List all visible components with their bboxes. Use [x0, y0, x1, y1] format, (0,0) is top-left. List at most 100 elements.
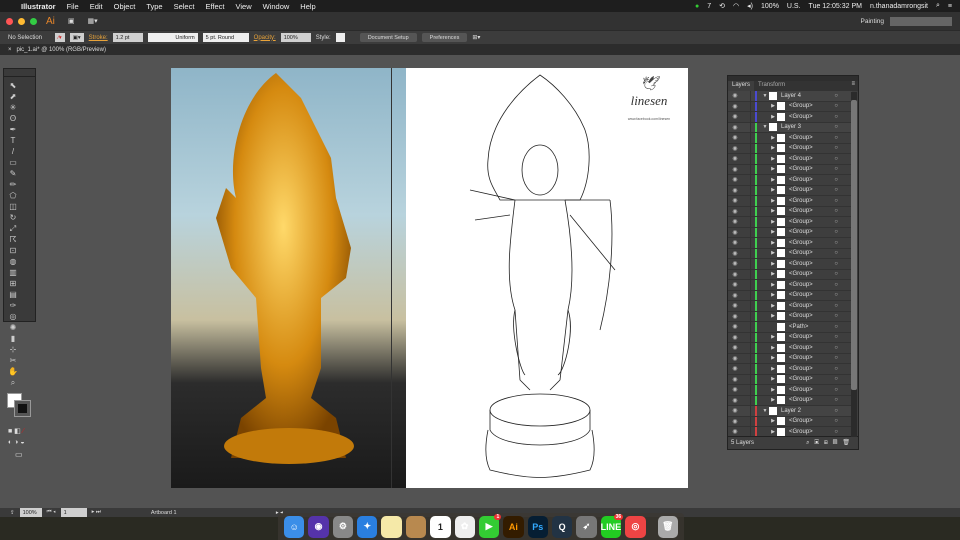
expand-triangle-icon[interactable]: ▶: [769, 429, 777, 435]
visibility-eye-icon[interactable]: ◉: [728, 239, 742, 246]
sublayer-row[interactable]: ◉ ▶ <Group> ○: [728, 227, 852, 238]
direct-selection-tool-icon[interactable]: ⬈: [7, 91, 19, 102]
sublayer-row[interactable]: ◉ ▶ <Group> ○: [728, 416, 852, 427]
sublayer-row[interactable]: ◉ ▶ <Group> ○: [728, 269, 852, 280]
visibility-eye-icon[interactable]: ◉: [728, 124, 742, 131]
artboard-number[interactable]: 1: [60, 508, 87, 517]
visibility-eye-icon[interactable]: ◉: [728, 355, 742, 362]
dock-photos[interactable]: ✿: [454, 515, 475, 538]
arrange-icon[interactable]: ⊞▾: [472, 34, 480, 41]
target-circle-icon[interactable]: ○: [834, 240, 838, 246]
lasso-tool-icon[interactable]: ʘ: [7, 113, 19, 124]
gradient-tool-icon[interactable]: ▤: [7, 289, 19, 300]
sublayer-row[interactable]: ◉ ▶ <Group> ○: [728, 332, 852, 343]
sublayer-row[interactable]: ◉ <Path> ○: [728, 322, 852, 333]
visibility-eye-icon[interactable]: ◉: [728, 302, 742, 309]
input-source[interactable]: U.S.: [787, 3, 801, 10]
dock-trash[interactable]: 🗑: [657, 515, 678, 538]
target-circle-icon[interactable]: ○: [834, 187, 838, 193]
brush-definition[interactable]: 5 pt. Round: [202, 33, 249, 42]
menu-app[interactable]: Illustrator: [21, 2, 56, 11]
layers-scrollbar[interactable]: [851, 92, 857, 437]
bridge-icon[interactable]: ▣: [68, 17, 75, 25]
dock-launchpad[interactable]: ➶: [576, 515, 597, 538]
lock-toggle[interactable]: [742, 416, 751, 426]
dock-safari[interactable]: ✦: [357, 515, 378, 538]
target-circle-icon[interactable]: ○: [834, 156, 838, 162]
visibility-eye-icon[interactable]: ◉: [728, 250, 742, 257]
expand-triangle-icon[interactable]: ▶: [769, 376, 777, 382]
menu-type[interactable]: Type: [146, 2, 162, 11]
target-circle-icon[interactable]: ○: [834, 303, 838, 309]
stroke-swatch-large[interactable]: [14, 400, 31, 417]
color-mode-buttons[interactable]: ■ ◧ ⁄: [4, 425, 35, 437]
visibility-eye-icon[interactable]: ◉: [728, 145, 742, 152]
artboard-nav-next[interactable]: ▸ ⏭: [92, 509, 101, 516]
expand-triangle-icon[interactable]: ▶: [769, 303, 777, 309]
dock-illustrator[interactable]: Ai: [503, 515, 524, 538]
sublayer-row[interactable]: ◉ ▶ <Group> ○: [728, 259, 852, 270]
target-circle-icon[interactable]: ○: [834, 135, 838, 141]
lock-toggle[interactable]: [742, 353, 751, 363]
dock-photoshop[interactable]: Ps: [527, 515, 548, 538]
share-icon[interactable]: ⇪: [10, 510, 15, 516]
dock-system-preferences[interactable]: ⚙: [332, 515, 354, 538]
sublayer-row[interactable]: ◉ ▶ <Group> ○: [728, 164, 852, 175]
target-circle-icon[interactable]: ○: [834, 292, 838, 298]
menu-help[interactable]: Help: [300, 2, 315, 11]
visibility-eye-icon[interactable]: ◉: [728, 418, 742, 425]
target-circle-icon[interactable]: ○: [834, 198, 838, 204]
opacity-input[interactable]: 100%: [280, 33, 311, 42]
graph-tool-icon[interactable]: ▮: [7, 333, 19, 344]
document-tab[interactable]: × pic_1.ai* @ 100% (RGB/Preview): [0, 44, 960, 55]
battery-level[interactable]: 100%: [761, 3, 779, 10]
lock-toggle[interactable]: [742, 164, 751, 174]
layer-row[interactable]: ◉ ▼ Layer 3 ○: [728, 122, 852, 133]
expand-triangle-icon[interactable]: ▶: [769, 345, 777, 351]
layer-row[interactable]: ◉ ▼ Layer 2 ○: [728, 406, 852, 417]
sublayer-row[interactable]: ◉ ▶ <Group> ○: [728, 185, 852, 196]
target-circle-icon[interactable]: ○: [834, 261, 838, 267]
line-status-icon[interactable]: ●: [695, 3, 699, 10]
expand-triangle-icon[interactable]: ▶: [769, 240, 777, 246]
zoom-button[interactable]: [30, 17, 37, 25]
dock-chrome[interactable]: ◎: [625, 515, 646, 538]
lock-toggle[interactable]: [742, 133, 751, 143]
shaper-tool-icon[interactable]: ⬠: [7, 190, 19, 201]
visibility-eye-icon[interactable]: ◉: [728, 166, 742, 173]
selection-tool-icon[interactable]: ⬉: [7, 80, 19, 91]
visibility-eye-icon[interactable]: ◉: [728, 397, 742, 404]
visibility-eye-icon[interactable]: ◉: [728, 292, 742, 299]
expand-triangle-icon[interactable]: ▶: [769, 166, 777, 172]
fill-stroke-swatches[interactable]: [7, 393, 32, 423]
sublayer-row[interactable]: ◉ ▶ <Group> ○: [728, 101, 852, 112]
target-circle-icon[interactable]: ○: [834, 93, 838, 99]
expand-triangle-icon[interactable]: ▶: [769, 114, 777, 120]
expand-triangle-icon[interactable]: ▶: [769, 292, 777, 298]
dock-calendar[interactable]: 1: [430, 515, 451, 538]
lock-toggle[interactable]: [742, 395, 751, 405]
sublayer-row[interactable]: ◉ ▶ <Group> ○: [728, 374, 852, 385]
sublayer-row[interactable]: ◉ ▶ <Group> ○: [728, 364, 852, 375]
lock-toggle[interactable]: [742, 112, 751, 122]
sublayer-row[interactable]: ◉ ▶ <Group> ○: [728, 427, 852, 436]
target-circle-icon[interactable]: ○: [834, 229, 838, 235]
lock-toggle[interactable]: [742, 227, 751, 237]
sublayer-row[interactable]: ◉ ▶ <Group> ○: [728, 112, 852, 123]
lock-toggle[interactable]: [742, 154, 751, 164]
notification-count[interactable]: 7: [707, 3, 711, 10]
lock-toggle[interactable]: [742, 91, 751, 101]
target-circle-icon[interactable]: ○: [834, 219, 838, 225]
sublayer-row[interactable]: ◉ ▶ <Group> ○: [728, 385, 852, 396]
visibility-eye-icon[interactable]: ◉: [728, 428, 742, 435]
clock[interactable]: Tue 12:05:32 PM: [809, 3, 862, 10]
expand-triangle-icon[interactable]: ▶: [769, 418, 777, 424]
expand-triangle-icon[interactable]: ▶: [769, 334, 777, 340]
expand-triangle-icon[interactable]: ▶: [769, 187, 777, 193]
lock-toggle[interactable]: [742, 196, 751, 206]
expand-triangle-icon[interactable]: ▶: [769, 271, 777, 277]
dock-contacts[interactable]: [405, 515, 427, 538]
visibility-eye-icon[interactable]: ◉: [728, 344, 742, 351]
slice-tool-icon[interactable]: ✂: [7, 355, 19, 366]
spotlight-icon[interactable]: ⌕: [936, 2, 940, 10]
